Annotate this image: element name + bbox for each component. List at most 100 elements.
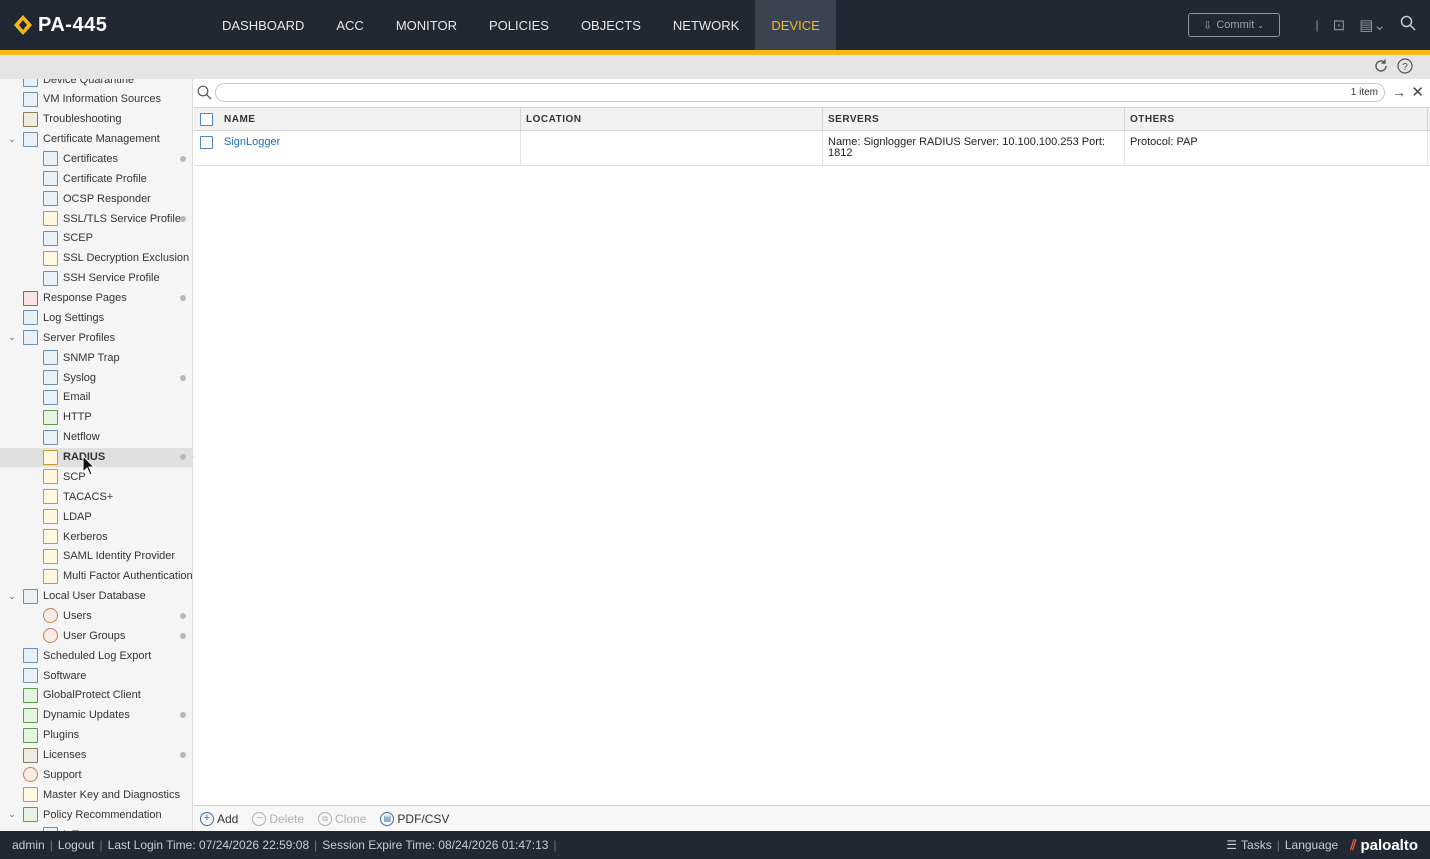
column-header-location[interactable]: LOCATION [521,108,823,131]
servers-line-2: 1812 [828,147,853,159]
sidebar-item-label: Response Pages [43,292,127,305]
config-operations-icon[interactable]: ▤⌄ [1359,16,1386,34]
tab-dashboard[interactable]: DASHBOARD [206,0,320,50]
row-checkbox[interactable] [200,136,213,149]
chevron-down-icon[interactable]: ⌄ [6,809,18,820]
sidebar-item-ssl-decryption-exclusion[interactable]: SSL Decryption Exclusion [0,249,192,268]
filter-bar: 1 item → ✕ [194,79,1430,107]
sidebar-item-certificate-management[interactable]: ⌄ Certificate Management [0,130,192,149]
device-sidebar-tree: Device Quarantine VM Information Sources T… [0,79,193,831]
sidebar-item-netflow[interactable]: Netflow [0,428,192,447]
refresh-icon[interactable] [1373,58,1389,77]
sidebar-item-troubleshooting[interactable]: Troubleshooting [0,110,192,129]
sidebar-item-tacacs[interactable]: TACACS+ [0,487,192,506]
sidebar-item-certificates[interactable]: Certificates [0,149,192,168]
sidebar-item-server-profiles[interactable]: ⌄ Server Profiles [0,328,192,347]
sidebar-item-label: Email [63,391,91,404]
sidebar-item-saml-identity-provider[interactable]: SAML Identity Provider [0,547,192,566]
select-all-checkbox[interactable] [200,113,213,126]
top-right-controls: ⇩ Commit ⌄ | ⊡ ▤⌄ [1187,0,1416,50]
language-link[interactable]: Language [1285,838,1338,852]
clear-filter-icon[interactable]: ✕ [1411,83,1424,101]
globalprotect-icon [23,687,38,703]
delete-icon: − [252,811,267,826]
sidebar-item-device-quarantine[interactable]: Device Quarantine [0,79,192,89]
brand: PA-445 [0,13,200,37]
delete-button[interactable]: − Delete [252,811,305,826]
sidebar-item-scp[interactable]: SCP [0,467,192,486]
sidebar-item-ocsp-responder[interactable]: OCSP Responder [0,189,192,208]
sidebar-item-multi-factor-authentication[interactable]: Multi Factor Authentication [0,567,192,586]
sidebar-item-users[interactable]: Users [0,606,192,625]
delete-label: Delete [269,811,305,826]
pdf-csv-label: PDF/CSV [397,811,450,826]
search-icon[interactable] [1400,15,1416,35]
sidebar-item-local-user-database[interactable]: ⌄ Local User Database [0,587,192,606]
tab-monitor[interactable]: MONITOR [380,0,473,50]
lock-icon [43,250,58,266]
add-button[interactable]: + Add [200,811,238,826]
sidebar-item-snmp-trap[interactable]: SNMP Trap [0,348,192,367]
sidebar-item-radius[interactable]: RADIUS [0,447,192,467]
sidebar-item-http[interactable]: HTTP [0,408,192,427]
sidebar-item-response-pages[interactable]: Response Pages [0,289,192,308]
sidebar-item-ldap[interactable]: LDAP [0,507,192,526]
sidebar-item-label: Kerberos [63,530,108,543]
tab-acc[interactable]: ACC [320,0,379,50]
apply-filter-arrow-icon[interactable]: → [1392,84,1406,100]
help-icon[interactable]: ? [1397,58,1413,77]
column-header-others[interactable]: OTHERS [1125,108,1428,131]
lock-config-icon[interactable]: ⊡ [1333,16,1346,34]
sidebar-item-log-settings[interactable]: Log Settings [0,308,192,327]
column-header-servers[interactable]: SERVERS [823,108,1125,131]
sidebar-item-dynamic-updates[interactable]: Dynamic Updates [0,706,192,725]
commit-label: Commit [1216,19,1255,31]
sidebar-item-plugins[interactable]: Plugins [0,726,192,745]
clone-button[interactable]: ⧉ Clone [318,811,367,826]
pdf-csv-button[interactable]: ▤ PDF/CSV [380,811,450,826]
profile-servers: Name: Signlogger RADIUS Server: 10.100.1… [823,131,1125,165]
sidebar-item-scep[interactable]: SCEP [0,229,192,248]
sidebar-item-licenses[interactable]: Licenses [0,746,192,765]
sidebar-item-email[interactable]: Email [0,388,192,407]
mfa-icon [43,568,58,584]
clone-label: Clone [335,811,367,826]
last-login-time: Last Login Time: 07/24/2026 22:59:08 [107,838,310,852]
sidebar-item-certificate-profile[interactable]: Certificate Profile [0,169,192,188]
status-bar-right: ☰ Tasks | Language ⫽ paloalto [1226,831,1418,859]
sidebar-item-kerberos[interactable]: Kerberos [0,527,192,546]
chevron-down-icon[interactable]: ⌄ [6,332,18,343]
sidebar-item-policy-recommendation[interactable]: ⌄ Policy Recommendation [0,805,192,824]
sidebar-item-vm-information-sources[interactable]: VM Information Sources [0,90,192,109]
tasks-icon[interactable]: ☰ [1226,838,1237,852]
sidebar-item-syslog[interactable]: Syslog [0,368,192,387]
sidebar-item-ssh-service-profile[interactable]: SSH Service Profile [0,269,192,288]
svg-text:?: ? [1402,62,1408,73]
sidebar-item-ssl-tls-service-profile[interactable]: SSL/TLS Service Profile [0,209,192,228]
chevron-down-icon[interactable]: ⌄ [6,591,18,602]
profile-name-link[interactable]: SignLogger [219,131,521,165]
column-header-name[interactable]: NAME [219,108,521,131]
sidebar-item-support[interactable]: Support [0,765,192,784]
sidebar-item-label: OCSP Responder [63,192,151,205]
sidebar-item-master-key-and-diagnostics[interactable]: Master Key and Diagnostics [0,785,192,804]
sidebar-item-label: Device Quarantine [43,79,135,86]
tab-policies[interactable]: POLICIES [473,0,565,50]
table-row[interactable]: SignLogger Name: Signlogger RADIUS Serve… [194,131,1430,166]
filter-input[interactable] [215,83,1385,102]
tab-device[interactable]: DEVICE [755,0,836,50]
sidebar-item-user-groups[interactable]: User Groups [0,626,192,645]
tasks-link[interactable]: Tasks [1241,838,1272,852]
sidebar-item-globalprotect-client[interactable]: GlobalProtect Client [0,686,192,705]
status-dot [180,612,186,619]
chevron-down-icon[interactable]: ⌄ [6,134,18,145]
sidebar-item-scheduled-log-export[interactable]: Scheduled Log Export [0,646,192,665]
tab-network[interactable]: NETWORK [657,0,755,50]
policy-recommendation-icon [23,807,38,823]
tab-objects[interactable]: OBJECTS [565,0,657,50]
commit-button[interactable]: ⇩ Commit ⌄ [1187,13,1280,37]
sidebar-item-label: Syslog [63,371,97,384]
logout-link[interactable]: Logout [58,838,95,852]
sidebar-item-software[interactable]: Software [0,666,192,685]
dynamic-updates-icon [23,707,38,723]
